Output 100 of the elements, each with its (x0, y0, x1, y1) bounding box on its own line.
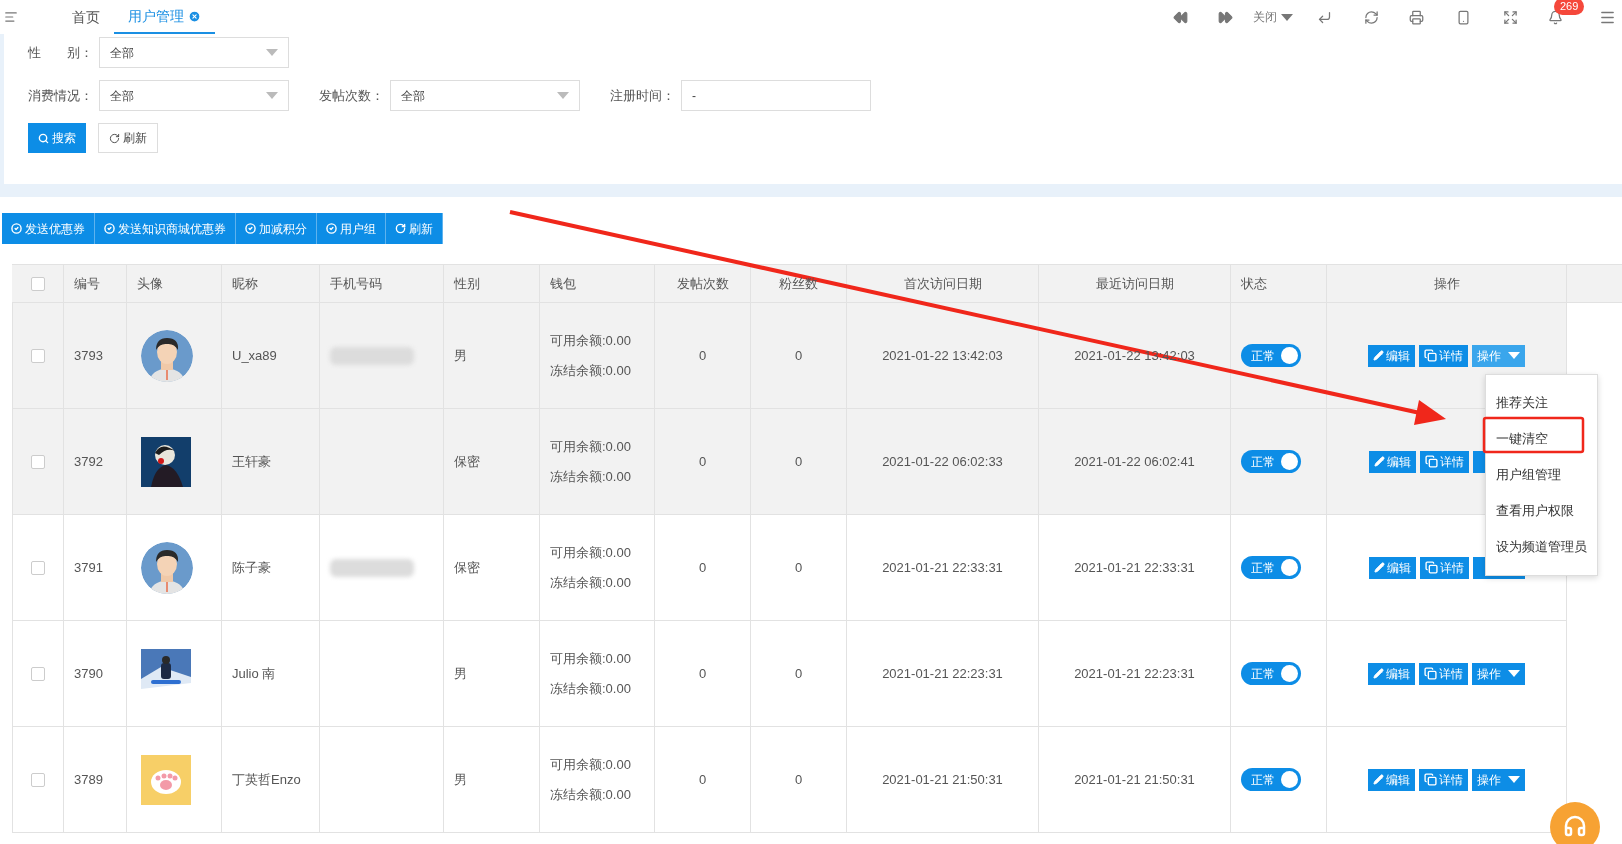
table-cell-text: 男 (454, 770, 467, 789)
tab[interactable]: 首页 (58, 0, 114, 34)
rewind-icon[interactable] (1173, 9, 1188, 25)
edit-button[interactable]: 编辑 (1368, 344, 1415, 367)
details-button[interactable]: 详情 (1419, 768, 1468, 791)
refresh-icon[interactable] (1364, 9, 1379, 25)
table-cell-text: 0 (698, 664, 707, 683)
table-cell-text: 0 (698, 452, 707, 471)
filter-label: 发帖次数： (319, 86, 385, 105)
search-icon (38, 132, 49, 144)
copy-icon (1424, 561, 1438, 574)
table-cell-text: 3792 (74, 452, 103, 471)
caret-icon (266, 92, 278, 99)
operations-button[interactable]: 操作 (1472, 768, 1525, 791)
menu-item[interactable]: 设为频道管理员 (1486, 529, 1597, 565)
filter-label: 注册时间： (610, 86, 676, 105)
column-header: 昵称 (232, 274, 258, 293)
table-cell-text: 陈子豪 (232, 558, 271, 577)
notification-badge: 269 (1554, 0, 1585, 15)
edit-button[interactable]: 编辑 (1368, 662, 1415, 685)
menu-item[interactable]: 用户组管理 (1486, 457, 1597, 493)
table-cell-text: 0 (698, 770, 707, 789)
toolbar-button[interactable]: 加减积分 (236, 213, 317, 244)
pencil-icon (1373, 668, 1384, 679)
toolbar-button[interactable]: 发送优惠券 (2, 213, 95, 244)
table-cell-text: 3793 (74, 346, 103, 365)
pencil-icon (1373, 562, 1385, 573)
bell-icon[interactable] (1548, 9, 1563, 25)
toolbar-button[interactable]: 刷新 (386, 213, 443, 244)
checkbox[interactable] (31, 772, 45, 787)
fullscreen-icon[interactable] (1503, 9, 1518, 25)
column-header: 首次访问日期 (903, 274, 982, 293)
operations-button[interactable]: 操作 (1472, 344, 1525, 367)
check-icon (326, 223, 337, 234)
details-button[interactable]: 详情 (1419, 450, 1469, 473)
table-cell-text: Julio 南 (232, 664, 276, 683)
status-toggle[interactable]: 正常 (1241, 768, 1301, 791)
return-icon[interactable] (1317, 9, 1332, 25)
details-button[interactable]: 详情 (1419, 662, 1468, 685)
caret-icon (1508, 352, 1520, 359)
table-cell-text: 0 (698, 558, 707, 577)
toolbar-button[interactable]: 用户组 (317, 213, 386, 244)
menu-item[interactable]: 一键清空 (1486, 421, 1597, 457)
menu-item[interactable]: 推荐关注 (1486, 385, 1597, 421)
wallet-text: 可用余额:0.00 (550, 332, 632, 350)
details-button[interactable]: 详情 (1419, 344, 1468, 367)
table-cell-text: 3791 (74, 558, 103, 577)
checkbox[interactable] (30, 276, 45, 291)
edit-button[interactable]: 编辑 (1368, 768, 1415, 791)
table-cell-text: 3789 (74, 770, 103, 789)
select-field[interactable]: 全部 (99, 37, 289, 68)
select-field[interactable]: 全部 (390, 80, 580, 111)
refresh-button[interactable]: 刷新 (98, 123, 158, 153)
refresh-icon (109, 132, 120, 144)
wallet-text: 冻结余额:0.00 (550, 785, 632, 804)
table-cell-text: 2021-01-21 21:50:31 (1074, 770, 1195, 789)
column-header: 编号 (74, 274, 100, 293)
status-toggle[interactable]: 正常 (1241, 662, 1301, 685)
wallet-text: 可用余额:0.00 (550, 438, 632, 456)
search-button[interactable]: 搜索 (28, 123, 86, 153)
filter-label: 消费情况： (28, 86, 94, 105)
table-cell-text: 保密 (454, 452, 480, 471)
refresh-icon (395, 223, 406, 234)
menu-icon[interactable] (4, 10, 18, 24)
printer-icon[interactable] (1409, 9, 1424, 25)
checkbox[interactable] (31, 348, 45, 363)
details-button[interactable]: 详情 (1419, 556, 1469, 579)
table-cell-text: 2021-01-22 06:02:41 (1074, 452, 1195, 471)
input-field[interactable]: - (681, 80, 871, 111)
menu-item[interactable]: 查看用户权限 (1486, 493, 1597, 529)
operations-button[interactable]: 操作 (1472, 662, 1525, 685)
table-cell-text: 2021-01-22 06:02:33 (882, 452, 1003, 471)
check-icon (245, 223, 256, 234)
checkbox[interactable] (31, 560, 45, 575)
checkbox[interactable] (31, 454, 45, 469)
wallet-text: 冻结余额:0.00 (550, 467, 632, 486)
status-toggle[interactable]: 正常 (1241, 344, 1301, 367)
column-header: 发帖次数 (676, 274, 729, 293)
close-menu[interactable]: 关闭 (1253, 8, 1293, 26)
toolbar-button[interactable]: 发送知识商城优惠券 (95, 213, 236, 244)
select-field[interactable]: 全部 (99, 80, 289, 111)
phone-icon[interactable] (1456, 9, 1471, 25)
fast-forward-icon[interactable] (1218, 9, 1233, 25)
table-cell-text: U_xa89 (232, 346, 277, 365)
status-toggle[interactable]: 正常 (1241, 556, 1301, 579)
table-cell-text: 男 (454, 346, 467, 365)
edit-button[interactable]: 编辑 (1368, 556, 1416, 579)
table-cell-text: 丁英哲Enzo (232, 770, 301, 789)
column-header: 状态 (1241, 274, 1267, 293)
table-cell-text: 0 (698, 346, 707, 365)
status-toggle[interactable]: 正常 (1241, 450, 1301, 473)
caret-icon (1508, 670, 1520, 677)
table-cell-text: 0 (794, 770, 803, 789)
close-icon[interactable] (188, 9, 201, 23)
edit-button[interactable]: 编辑 (1368, 450, 1416, 473)
checkbox[interactable] (31, 666, 45, 681)
caret-icon (557, 92, 569, 99)
table-cell-text: 2021-01-21 22:33:31 (1074, 558, 1195, 577)
table-cell-text: 2021-01-22 13:42:03 (882, 346, 1003, 365)
caret-icon (1281, 13, 1293, 21)
